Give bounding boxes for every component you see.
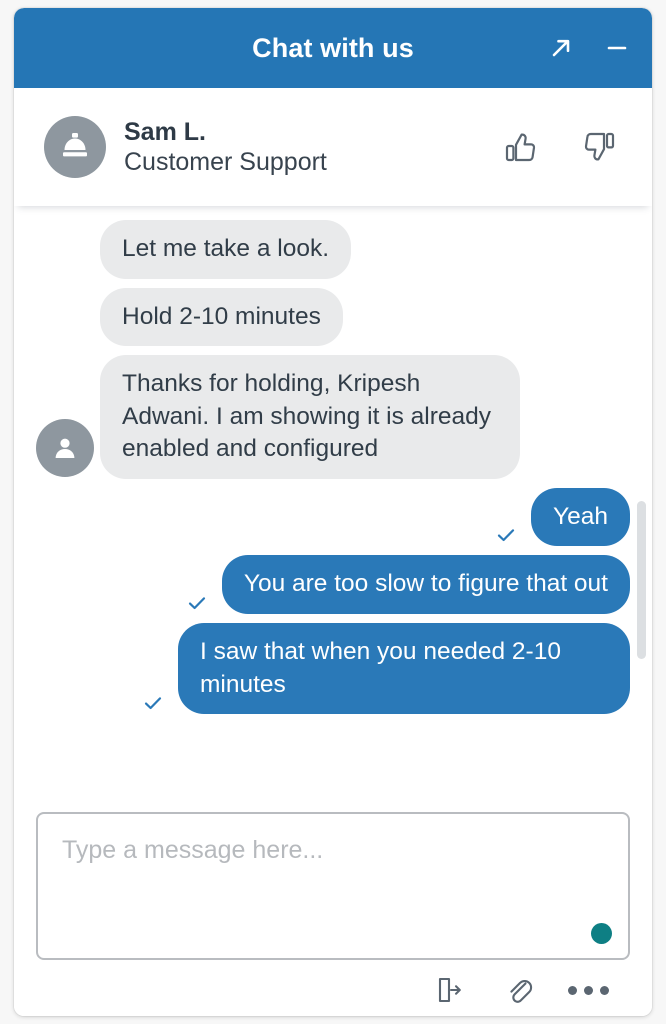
more-dots: [567, 985, 609, 995]
thumbs-down-icon[interactable]: [574, 124, 620, 170]
header-actions: [546, 8, 632, 88]
message-row: I saw that when you needed 2-10 minutes: [36, 623, 630, 715]
outgoing-message-bubble: Yeah: [531, 487, 630, 547]
message-row: You are too slow to figure that out: [36, 555, 630, 615]
agent-role: Customer Support: [124, 148, 327, 176]
message-read-check-icon: [186, 592, 208, 614]
agent-avatar: [44, 116, 106, 178]
outgoing-message-bubble: I saw that when you needed 2-10 minutes: [178, 623, 630, 715]
expand-arrow-icon[interactable]: [546, 33, 576, 63]
chat-widget: Chat with us Sam L. Customer Support Let…: [14, 8, 652, 1016]
minimize-icon[interactable]: [602, 33, 632, 63]
message-row: Let me take a look.: [36, 220, 630, 279]
rating-actions: [498, 124, 628, 170]
exit-chat-icon[interactable]: [428, 970, 468, 1010]
incoming-message-bubble: Thanks for holding, Kripesh Adwani. I am…: [100, 355, 520, 479]
agent-name: Sam L.: [124, 117, 206, 146]
message-read-check-icon: [495, 524, 517, 546]
agent-meta: Sam L. Customer Support: [124, 117, 327, 178]
message-list[interactable]: Let me take a look. Hold 2-10 minutes Than…: [14, 206, 652, 800]
outgoing-message-bubble: You are too slow to figure that out: [221, 555, 630, 615]
message-avatar-slot: [36, 418, 100, 479]
incoming-message-bubble: Let me take a look.: [100, 220, 352, 279]
message-row: Hold 2-10 minutes: [36, 287, 630, 347]
message-avatar-slot: [36, 277, 100, 279]
chat-title: Chat with us: [252, 32, 414, 63]
more-options-icon[interactable]: [567, 970, 609, 1010]
message-input[interactable]: [38, 814, 628, 958]
message-input-wrap[interactable]: [36, 812, 630, 960]
message-composer: [14, 800, 652, 1016]
message-avatar-slot: [36, 344, 100, 346]
thumbs-up-icon[interactable]: [498, 124, 544, 170]
chat-header: Chat with us: [14, 8, 652, 88]
scrollbar-thumb[interactable]: [637, 501, 646, 659]
incoming-message-bubble: Hold 2-10 minutes: [100, 287, 343, 347]
attachment-icon[interactable]: [498, 970, 538, 1010]
message-row: Yeah: [36, 487, 630, 547]
agent-info-bar: Sam L. Customer Support: [14, 88, 652, 206]
connection-status-dot: [591, 923, 612, 944]
service-bell-icon: [58, 128, 92, 167]
message-row: Thanks for holding, Kripesh Adwani. I am…: [36, 355, 630, 479]
composer-tools: [36, 960, 630, 1006]
message-scrollbar[interactable]: [636, 206, 646, 800]
person-icon: [36, 418, 94, 477]
message-read-check-icon: [142, 692, 164, 714]
